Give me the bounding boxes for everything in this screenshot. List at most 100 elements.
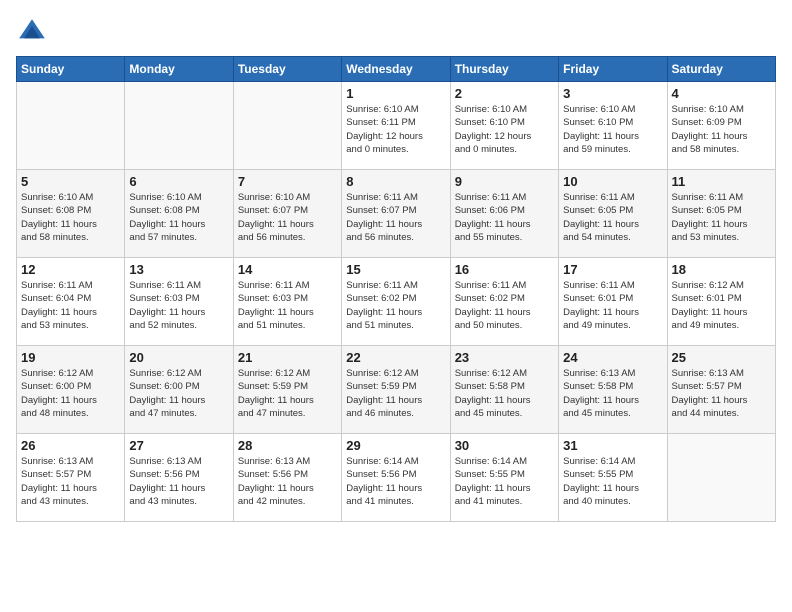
calendar-cell: 11 Sunrise: 6:11 AM Sunset: 6:05 PM Dayli… [667, 170, 775, 258]
calendar-week-row: 12 Sunrise: 6:11 AM Sunset: 6:04 PM Dayli… [17, 258, 776, 346]
day-info: Sunrise: 6:14 AM Sunset: 5:56 PM Dayligh… [346, 455, 445, 508]
day-number: 8 [346, 174, 445, 189]
day-number: 11 [672, 174, 771, 189]
day-number: 9 [455, 174, 554, 189]
day-number: 3 [563, 86, 662, 101]
day-info: Sunrise: 6:14 AM Sunset: 5:55 PM Dayligh… [563, 455, 662, 508]
day-number: 24 [563, 350, 662, 365]
day-info: Sunrise: 6:11 AM Sunset: 6:06 PM Dayligh… [455, 191, 554, 244]
day-number: 28 [238, 438, 337, 453]
day-number: 29 [346, 438, 445, 453]
calendar-cell: 29 Sunrise: 6:14 AM Sunset: 5:56 PM Dayli… [342, 434, 450, 522]
page-header [16, 16, 776, 48]
day-info: Sunrise: 6:13 AM Sunset: 5:57 PM Dayligh… [672, 367, 771, 420]
calendar-cell: 17 Sunrise: 6:11 AM Sunset: 6:01 PM Dayli… [559, 258, 667, 346]
calendar-cell: 1 Sunrise: 6:10 AM Sunset: 6:11 PM Daylig… [342, 82, 450, 170]
logo [16, 16, 52, 48]
day-number: 19 [21, 350, 120, 365]
day-number: 21 [238, 350, 337, 365]
col-header-friday: Friday [559, 57, 667, 82]
calendar-cell: 13 Sunrise: 6:11 AM Sunset: 6:03 PM Dayli… [125, 258, 233, 346]
col-header-sunday: Sunday [17, 57, 125, 82]
day-number: 10 [563, 174, 662, 189]
day-number: 22 [346, 350, 445, 365]
day-info: Sunrise: 6:12 AM Sunset: 6:00 PM Dayligh… [129, 367, 228, 420]
day-number: 16 [455, 262, 554, 277]
day-info: Sunrise: 6:12 AM Sunset: 5:58 PM Dayligh… [455, 367, 554, 420]
calendar-cell: 24 Sunrise: 6:13 AM Sunset: 5:58 PM Dayli… [559, 346, 667, 434]
logo-icon [16, 16, 48, 48]
calendar-cell: 21 Sunrise: 6:12 AM Sunset: 5:59 PM Dayli… [233, 346, 341, 434]
day-number: 13 [129, 262, 228, 277]
day-info: Sunrise: 6:11 AM Sunset: 6:05 PM Dayligh… [563, 191, 662, 244]
day-number: 27 [129, 438, 228, 453]
day-number: 25 [672, 350, 771, 365]
day-info: Sunrise: 6:13 AM Sunset: 5:57 PM Dayligh… [21, 455, 120, 508]
day-number: 26 [21, 438, 120, 453]
calendar-cell [17, 82, 125, 170]
day-info: Sunrise: 6:12 AM Sunset: 5:59 PM Dayligh… [346, 367, 445, 420]
day-info: Sunrise: 6:11 AM Sunset: 6:03 PM Dayligh… [129, 279, 228, 332]
day-info: Sunrise: 6:11 AM Sunset: 6:01 PM Dayligh… [563, 279, 662, 332]
day-number: 2 [455, 86, 554, 101]
calendar-week-row: 1 Sunrise: 6:10 AM Sunset: 6:11 PM Daylig… [17, 82, 776, 170]
day-info: Sunrise: 6:11 AM Sunset: 6:02 PM Dayligh… [455, 279, 554, 332]
col-header-saturday: Saturday [667, 57, 775, 82]
col-header-thursday: Thursday [450, 57, 558, 82]
day-number: 12 [21, 262, 120, 277]
col-header-monday: Monday [125, 57, 233, 82]
calendar-cell: 25 Sunrise: 6:13 AM Sunset: 5:57 PM Dayli… [667, 346, 775, 434]
calendar-table: SundayMondayTuesdayWednesdayThursdayFrid… [16, 56, 776, 522]
day-number: 14 [238, 262, 337, 277]
day-info: Sunrise: 6:11 AM Sunset: 6:04 PM Dayligh… [21, 279, 120, 332]
calendar-cell: 5 Sunrise: 6:10 AM Sunset: 6:08 PM Daylig… [17, 170, 125, 258]
day-info: Sunrise: 6:11 AM Sunset: 6:07 PM Dayligh… [346, 191, 445, 244]
day-info: Sunrise: 6:12 AM Sunset: 6:00 PM Dayligh… [21, 367, 120, 420]
calendar-cell: 2 Sunrise: 6:10 AM Sunset: 6:10 PM Daylig… [450, 82, 558, 170]
calendar-cell: 9 Sunrise: 6:11 AM Sunset: 6:06 PM Daylig… [450, 170, 558, 258]
day-number: 1 [346, 86, 445, 101]
day-number: 4 [672, 86, 771, 101]
day-number: 5 [21, 174, 120, 189]
day-info: Sunrise: 6:10 AM Sunset: 6:10 PM Dayligh… [563, 103, 662, 156]
calendar-cell: 4 Sunrise: 6:10 AM Sunset: 6:09 PM Daylig… [667, 82, 775, 170]
day-number: 30 [455, 438, 554, 453]
calendar-cell [667, 434, 775, 522]
day-info: Sunrise: 6:13 AM Sunset: 5:56 PM Dayligh… [238, 455, 337, 508]
calendar-cell [233, 82, 341, 170]
day-info: Sunrise: 6:13 AM Sunset: 5:58 PM Dayligh… [563, 367, 662, 420]
day-info: Sunrise: 6:10 AM Sunset: 6:07 PM Dayligh… [238, 191, 337, 244]
day-number: 15 [346, 262, 445, 277]
calendar-cell: 10 Sunrise: 6:11 AM Sunset: 6:05 PM Dayli… [559, 170, 667, 258]
calendar-cell: 15 Sunrise: 6:11 AM Sunset: 6:02 PM Dayli… [342, 258, 450, 346]
day-info: Sunrise: 6:14 AM Sunset: 5:55 PM Dayligh… [455, 455, 554, 508]
day-info: Sunrise: 6:10 AM Sunset: 6:11 PM Dayligh… [346, 103, 445, 156]
calendar-cell [125, 82, 233, 170]
calendar-cell: 30 Sunrise: 6:14 AM Sunset: 5:55 PM Dayli… [450, 434, 558, 522]
calendar-body: 1 Sunrise: 6:10 AM Sunset: 6:11 PM Daylig… [17, 82, 776, 522]
calendar-cell: 3 Sunrise: 6:10 AM Sunset: 6:10 PM Daylig… [559, 82, 667, 170]
calendar-header-row: SundayMondayTuesdayWednesdayThursdayFrid… [17, 57, 776, 82]
day-info: Sunrise: 6:12 AM Sunset: 5:59 PM Dayligh… [238, 367, 337, 420]
calendar-cell: 7 Sunrise: 6:10 AM Sunset: 6:07 PM Daylig… [233, 170, 341, 258]
day-info: Sunrise: 6:12 AM Sunset: 6:01 PM Dayligh… [672, 279, 771, 332]
day-number: 17 [563, 262, 662, 277]
calendar-week-row: 5 Sunrise: 6:10 AM Sunset: 6:08 PM Daylig… [17, 170, 776, 258]
calendar-cell: 27Sunrise: 6:13 AM Sunset: 5:56 PM Dayli… [125, 434, 233, 522]
day-info: Sunrise: 6:11 AM Sunset: 6:05 PM Dayligh… [672, 191, 771, 244]
calendar-cell: 23 Sunrise: 6:12 AM Sunset: 5:58 PM Dayli… [450, 346, 558, 434]
col-header-wednesday: Wednesday [342, 57, 450, 82]
day-info: Sunrise: 6:10 AM Sunset: 6:08 PM Dayligh… [21, 191, 120, 244]
calendar-cell: 14Sunrise: 6:11 AM Sunset: 6:03 PM Dayli… [233, 258, 341, 346]
calendar-cell: 20Sunrise: 6:12 AM Sunset: 6:00 PM Dayli… [125, 346, 233, 434]
day-info: Sunrise: 6:10 AM Sunset: 6:09 PM Dayligh… [672, 103, 771, 156]
calendar-cell: 26 Sunrise: 6:13 AM Sunset: 5:57 PM Dayli… [17, 434, 125, 522]
day-info: Sunrise: 6:11 AM Sunset: 6:02 PM Dayligh… [346, 279, 445, 332]
calendar-cell: 22 Sunrise: 6:12 AM Sunset: 5:59 PM Dayli… [342, 346, 450, 434]
day-number: 7 [238, 174, 337, 189]
day-number: 23 [455, 350, 554, 365]
day-info: Sunrise: 6:10 AM Sunset: 6:10 PM Dayligh… [455, 103, 554, 156]
day-number: 18 [672, 262, 771, 277]
day-info: Sunrise: 6:10 AM Sunset: 6:08 PM Dayligh… [129, 191, 228, 244]
calendar-cell: 8 Sunrise: 6:11 AM Sunset: 6:07 PM Daylig… [342, 170, 450, 258]
